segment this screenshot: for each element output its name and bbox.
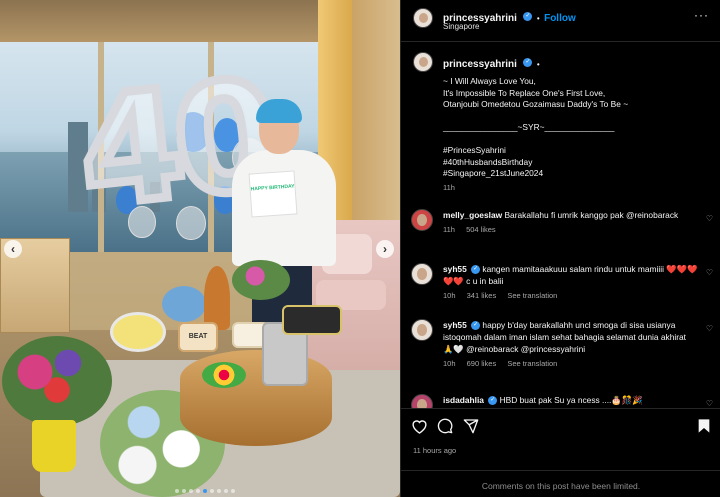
see-translation-link[interactable]: See translation [507, 359, 557, 368]
carousel-dot [203, 489, 207, 493]
author-avatar[interactable] [413, 8, 433, 28]
comment-username[interactable]: melly_goeslaw [443, 210, 502, 220]
yellow-vase [32, 420, 76, 472]
caption-divider: ________________~SYR~_______________ [443, 122, 615, 132]
comment-like-icon[interactable]: ♡ [706, 324, 713, 333]
yellow-flowers [110, 312, 166, 352]
comments-limited-notice: Comments on this post have been limited. [401, 470, 720, 497]
comment-username[interactable]: syh55 [443, 320, 467, 330]
blue-flowers [162, 286, 206, 322]
commenter-avatar[interactable] [411, 263, 433, 285]
carousel-dot [224, 489, 228, 493]
caption-line: ~ I Will Always Love You, [443, 76, 536, 86]
comment-likes[interactable]: 690 likes [467, 359, 497, 368]
separator-dot: • [536, 60, 540, 69]
pink-flowers [232, 260, 290, 300]
blue-beanie [256, 99, 302, 123]
post-header: princessyahrini ✓ • Follow Singapore ··· [401, 0, 720, 42]
location-link[interactable]: Singapore [443, 22, 479, 31]
caption-time: 11h [443, 182, 455, 192]
post-time-ago: 11 hours ago [413, 446, 457, 455]
caption-author-avatar[interactable] [413, 52, 433, 72]
carousel-dot [175, 489, 179, 493]
verified-badge-icon: ✓ [488, 396, 498, 406]
see-translation-link[interactable]: See translation [507, 291, 557, 300]
carousel-dot [189, 489, 193, 493]
flower-bouquet [2, 336, 112, 426]
carousel-dot [182, 489, 186, 493]
comment-time: 10h [443, 359, 456, 368]
comment-time: 10h [443, 291, 456, 300]
comment-text: happy b'day barakallahh uncl smoga di si… [443, 320, 687, 354]
comments-scroll[interactable]: princessyahrini ✓ • ~ I Will Always Love… [401, 42, 720, 408]
cake: BEAT [178, 322, 218, 352]
comment-like-icon[interactable]: ♡ [706, 399, 713, 408]
commenter-avatar[interactable] [411, 209, 433, 231]
post-side-panel: princessyahrini ✓ • Follow Singapore ···… [400, 0, 720, 497]
verified-badge-icon: ✓ [523, 12, 533, 22]
commenter-avatar[interactable] [411, 394, 433, 408]
carousel-dot [217, 489, 221, 493]
hashtag-link[interactable]: #PrincesSyahrini [443, 145, 713, 157]
comment-text: Barakallahu fi umrik kanggo pak @reinoba… [504, 210, 679, 220]
comment-text: HBD buat pak Su ya ncess ....🎂🎊🎉 [499, 395, 643, 405]
caption-line: Otanjoubi Omedetou Gozaimasu Daddy's To … [443, 99, 629, 109]
comment-username[interactable]: isdadahlia [443, 395, 484, 405]
carousel-dots [175, 489, 235, 493]
caption-line [443, 111, 713, 123]
comment-like-icon[interactable]: ♡ [706, 268, 713, 277]
verified-badge-icon: ✓ [523, 58, 533, 68]
caption-username[interactable]: princessyahrini [443, 59, 517, 70]
more-options-icon[interactable]: ··· [694, 8, 709, 22]
verified-badge-icon: ✓ [471, 321, 481, 331]
carousel-dot [231, 489, 235, 493]
comment-username[interactable]: syh55 [443, 264, 467, 274]
hashtag-link[interactable]: #Singapore_21stJune2024 [443, 168, 713, 180]
fruit-platter [202, 362, 246, 388]
share-icon[interactable] [463, 418, 479, 434]
carousel-next-icon[interactable]: › [376, 240, 394, 258]
croquembouche [204, 266, 230, 330]
hashtag-link[interactable]: #40thHusbandsBirthday [443, 157, 713, 169]
gift-box [282, 305, 342, 335]
comment-likes[interactable]: 504 likes [466, 225, 496, 234]
follow-button[interactable]: Follow [544, 13, 576, 24]
round-table [180, 350, 332, 446]
caption-line: It's Impossible To Replace One's First L… [443, 87, 606, 98]
carousel-dot [196, 489, 200, 493]
carousel-prev-icon[interactable]: ‹ [4, 240, 22, 258]
comment-likes[interactable]: 341 likes [467, 291, 497, 300]
bookmark-icon[interactable] [697, 418, 711, 434]
comment-icon[interactable] [437, 418, 453, 434]
post-photo[interactable]: 40 HAPPY BIRTHDAY BEAT ‹ › [0, 0, 400, 497]
carousel-dot [210, 489, 214, 493]
heart-icon[interactable] [411, 418, 428, 434]
comment-like-icon[interactable]: ♡ [706, 214, 713, 223]
caption-line [443, 134, 713, 146]
comment-text: kangen mamitaaakuuu salam rindu untuk ma… [443, 264, 698, 286]
birthday-card: HAPPY BIRTHDAY [248, 170, 298, 218]
post-caption: ~ I Will Always Love You, It's Impossibl… [443, 76, 713, 193]
comment-time: 11h [443, 225, 455, 234]
separator-dot: • [536, 14, 540, 23]
verified-badge-icon: ✓ [471, 265, 481, 275]
commenter-avatar[interactable] [411, 319, 433, 341]
post-actions-bar [401, 408, 720, 444]
